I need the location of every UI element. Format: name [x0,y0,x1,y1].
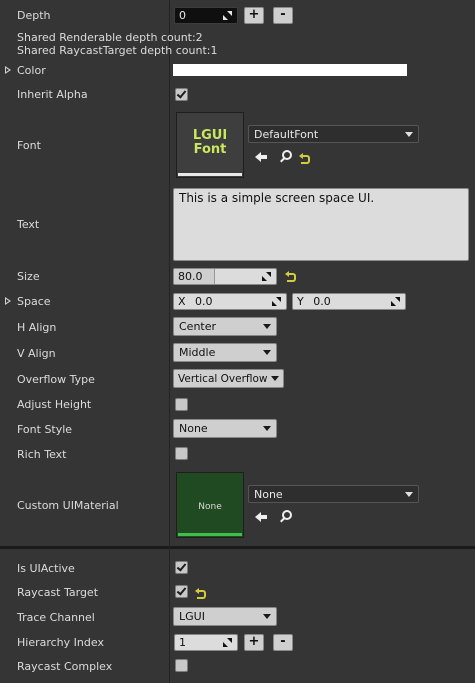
adjust-height-checkbox[interactable] [175,398,188,411]
chevron-down-icon [263,324,271,329]
depth-label: Depth [17,9,51,22]
font-thumbnail[interactable]: LGUI Font [176,112,244,178]
is-uiactive-label: Is UIActive [17,562,75,575]
chevron-down-icon [271,376,279,381]
inherit-alpha-label: Inherit Alpha [17,88,88,101]
font-thumb-line1: LGUI [192,128,228,143]
space-x-input[interactable]: X 0.0 [173,293,287,310]
chevron-down-icon [263,350,271,355]
asset-type-bar [178,173,242,176]
check-icon [176,88,187,99]
browse-asset-icon[interactable] [279,150,292,163]
depth-input[interactable]: 0 [174,7,238,24]
drag-handle-icon[interactable] [391,297,400,306]
hierarchy-index-label: Hierarchy Index [17,636,104,649]
is-uiactive-checkbox[interactable] [175,561,188,574]
raycast-target-label: Raycast Target [17,586,99,599]
asset-type-bar [178,533,242,536]
check-icon [176,585,187,596]
font-thumbnail-text: LGUI Font [177,129,243,157]
color-swatch[interactable] [173,64,407,76]
size-value: 80.0 [178,270,203,283]
v-align-value: Middle [179,346,216,359]
trace-channel-dropdown[interactable]: LGUI [173,607,277,626]
font-label: Font [17,139,41,152]
overflow-type-label: Overflow Type [17,373,95,386]
material-thumbnail[interactable]: None [176,472,244,538]
material-asset-picker[interactable]: None [248,485,419,503]
inherit-alpha-checkbox[interactable] [175,88,188,101]
font-thumb-line2: Font [193,142,227,157]
depth-row: Depth 0 + - [0,0,475,30]
h-align-dropdown[interactable]: Center [173,317,277,336]
space-x-axis-label: X [178,295,186,308]
color-expand-icon[interactable] [5,66,11,74]
rich-text-checkbox[interactable] [175,447,188,460]
trace-channel-value: LGUI [179,610,205,623]
overflow-type-value: Vertical Overflow [178,373,268,385]
raycast-complex-label: Raycast Complex [17,660,113,673]
drag-handle-icon[interactable] [272,297,281,306]
space-y-value: 0.0 [313,295,331,308]
h-align-label: H Align [17,321,57,334]
column-divider[interactable] [169,0,170,683]
chevron-down-icon [263,614,271,619]
depth-value: 0 [179,9,186,22]
space-label: Space [17,295,51,308]
raycast-depth-info: Shared RaycastTarget depth count:1 [17,44,218,57]
font-asset-picker[interactable]: DefaultFont [248,125,419,143]
material-thumbnail-text: None [198,502,222,512]
font-style-dropdown[interactable]: None [173,419,277,438]
hierarchy-index-value: 1 [179,636,186,649]
reset-to-default-icon[interactable] [299,153,311,164]
raycast-target-checkbox[interactable] [175,585,188,598]
h-align-value: Center [179,320,217,333]
space-x-value: 0.0 [195,295,213,308]
check-icon [176,561,187,572]
trace-channel-label: Trace Channel [17,611,95,624]
chevron-down-icon [405,492,413,497]
rich-text-label: Rich Text [17,448,67,461]
material-asset-value: None [254,488,283,501]
drag-handle-icon[interactable] [262,272,271,281]
overflow-type-dropdown[interactable]: Vertical Overflow [173,369,284,388]
font-style-value: None [179,422,208,435]
reset-to-default-icon[interactable] [285,271,297,282]
chevron-down-icon [405,132,413,137]
color-label: Color [17,64,46,77]
renderable-depth-info: Shared Renderable depth count:2 [17,31,203,44]
space-expand-icon[interactable] [5,297,11,305]
depth-plus-button[interactable]: + [244,7,264,24]
adjust-height-label: Adjust Height [17,398,92,411]
hierarchy-index-input[interactable]: 1 [174,634,238,651]
text-input[interactable]: This is a simple screen space UI. [173,188,469,261]
font-asset-value: DefaultFont [254,128,319,141]
v-align-label: V Align [17,347,56,360]
custom-uimaterial-label: Custom UIMaterial [17,499,119,512]
hierarchy-index-plus-button[interactable]: + [244,634,264,651]
text-label: Text [17,218,40,231]
chevron-down-icon [263,426,271,431]
hierarchy-index-minus-button[interactable]: - [273,634,293,651]
depth-minus-button[interactable]: - [273,7,293,24]
reset-to-default-icon[interactable] [195,588,207,599]
space-y-input[interactable]: Y 0.0 [292,293,406,310]
v-align-dropdown[interactable]: Middle [173,343,277,362]
use-selected-asset-icon[interactable] [255,152,267,162]
browse-asset-icon[interactable] [279,510,292,523]
drag-handle-icon[interactable] [223,638,232,647]
font-style-label: Font Style [17,423,73,436]
use-selected-asset-icon[interactable] [255,512,267,522]
drag-handle-icon[interactable] [223,11,232,20]
size-input[interactable]: 80.0 [173,268,277,285]
space-y-axis-label: Y [297,295,304,308]
size-label: Size [17,270,40,283]
raycast-complex-checkbox[interactable] [175,659,188,672]
